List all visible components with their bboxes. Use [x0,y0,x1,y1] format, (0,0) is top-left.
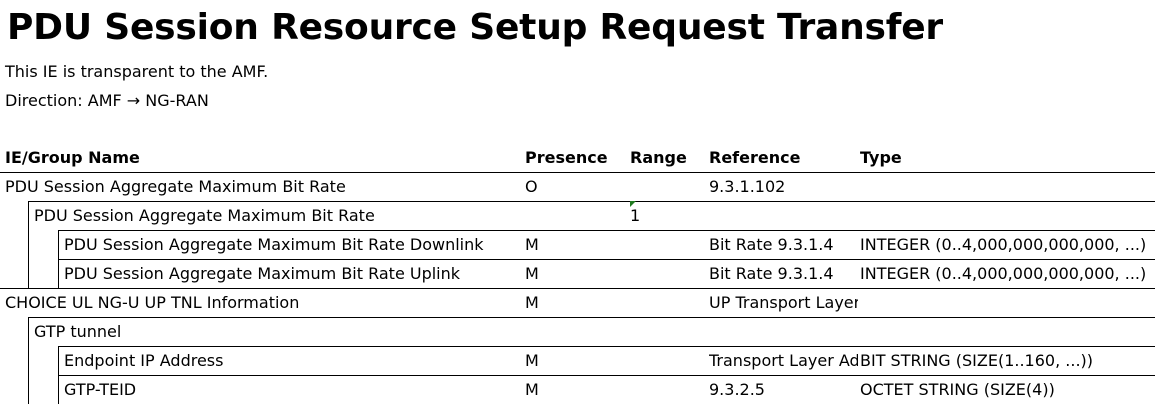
cell-ie-name: Endpoint IP Address [64,351,224,370]
cell-ie-name: GTP tunnel [34,322,122,341]
cell-type: OCTET STRING (SIZE(4)) [860,380,1055,399]
page-title: PDU Session Resource Setup Request Trans… [7,7,943,48]
table-row: GTP tunnel [0,317,1155,346]
cell-reference: Bit Rate 9.3.1.4 [709,264,834,283]
cell-presence: M [525,235,539,254]
header-presence: Presence [525,148,608,167]
header-range: Range [630,148,687,167]
table-row: PDU Session Aggregate Maximum Bit Rate D… [0,230,1155,259]
table-row: Endpoint IP Address M Transport Layer Ad… [0,346,1155,375]
comment-marker [630,201,636,207]
cell-ie-name: PDU Session Aggregate Maximum Bit Rate [34,206,375,225]
table-row: PDU Session Aggregate Maximum Bit Rate U… [0,259,1155,288]
cell-ie-name: PDU Session Aggregate Maximum Bit Rate [5,177,346,196]
nesting-line [58,346,59,404]
cell-ie-name: GTP-TEID [64,380,137,399]
description-text: This IE is transparent to the AMF. [5,62,269,81]
header-reference: Reference [709,148,801,167]
table-row: PDU Session Aggregate Maximum Bit Rate O… [0,172,1155,201]
cell-reference: Transport Layer Address [709,351,858,370]
cell-type: INTEGER (0..4,000,000,000,000, ...) [860,235,1147,254]
cell-ie-name: PDU Session Aggregate Maximum Bit Rate U… [64,264,461,283]
cell-presence: M [525,380,539,399]
header-type: Type [860,148,902,167]
cell-ie-name: PDU Session Aggregate Maximum Bit Rate D… [64,235,484,254]
header-ie-group-name: IE/Group Name [5,148,140,167]
nesting-line [28,201,29,288]
cell-presence: M [525,293,539,312]
cell-presence: M [525,351,539,370]
cell-presence: M [525,264,539,283]
cell-presence: O [525,177,538,196]
cell-ie-name: CHOICE UL NG-U UP TNL Information [5,293,300,312]
cell-reference: 9.3.2.5 [709,380,765,399]
cell-reference: 9.3.1.102 [709,177,786,196]
cell-range-value: 1 [630,206,641,225]
cell-type: BIT STRING (SIZE(1..160, ...)) [860,351,1094,370]
nesting-line [58,230,59,288]
table-header-row: IE/Group Name Presence Range Reference T… [0,143,1155,172]
table-row: CHOICE UL NG-U UP TNL Information M UP T… [0,288,1155,317]
ie-table: IE/Group Name Presence Range Reference T… [0,143,1155,404]
cell-reference: Bit Rate 9.3.1.4 [709,235,834,254]
nesting-line [28,317,29,404]
cell-reference: UP Transport Layer Information [709,293,858,312]
cell-range: 1 [630,201,705,230]
table-row: PDU Session Aggregate Maximum Bit Rate 1 [0,201,1155,230]
direction-text: Direction: AMF → NG-RAN [5,91,209,110]
table-row: GTP-TEID M 9.3.2.5 OCTET STRING (SIZE(4)… [0,375,1155,404]
cell-type: INTEGER (0..4,000,000,000,000, ...) [860,264,1147,283]
